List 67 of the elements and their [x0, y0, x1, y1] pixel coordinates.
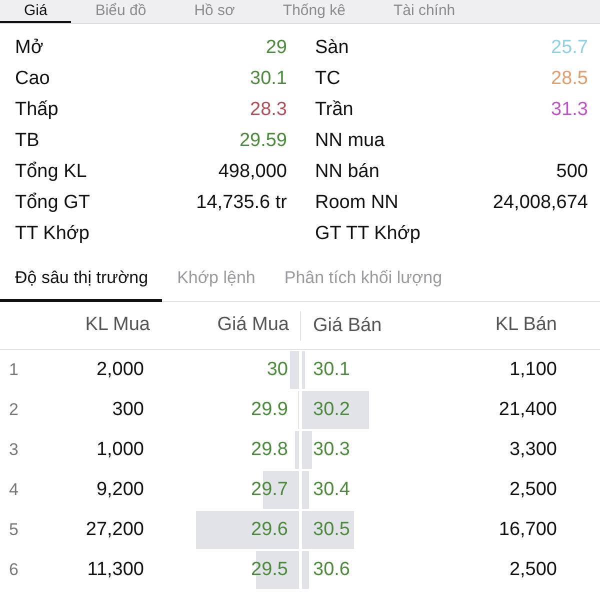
tab[interactable]: Thống kê [258, 0, 370, 23]
ask-volume: 16,700 [498, 518, 557, 542]
ask-price: 30.1 [313, 358, 350, 382]
tab[interactable]: Phân tích khối lượng [269, 256, 456, 302]
bid-volume: 1,000 [96, 438, 144, 462]
bid-volume: 11,300 [87, 558, 144, 582]
stat-value: 28.3 [250, 98, 287, 122]
tab[interactable]: Biểu đồ [71, 0, 170, 23]
stat-value: 29.59 [239, 129, 287, 154]
bid-price: 29.6 [251, 518, 288, 542]
stat-value: 14,735.6 tr [196, 191, 287, 216]
stat-label: Cao [15, 67, 50, 92]
column-header: KL Mua [85, 314, 150, 336]
stat-value: 30.1 [250, 67, 287, 92]
ask-volume: 1,100 [509, 358, 557, 382]
stat-label: Room NN [315, 191, 398, 216]
stat-value: 500 [556, 160, 588, 184]
stat-label: Thấp [15, 98, 58, 122]
row-number: 5 [9, 519, 18, 542]
ask-volume: 21,400 [498, 398, 557, 422]
column-header: Giá Mua [217, 314, 289, 336]
stat-label: GT TT Khớp [315, 222, 420, 246]
ask-volume: 2,500 [509, 478, 557, 502]
ask-volume: 2,500 [509, 558, 557, 582]
stat-value: 498,000 [218, 160, 287, 184]
ask-price: 30.5 [313, 518, 350, 542]
stat-label: TC [315, 67, 340, 92]
bid-price: 30 [266, 358, 288, 382]
row-number: 6 [9, 559, 18, 582]
stat-label: TT Khớp [15, 222, 90, 246]
stat-label: TB [15, 129, 40, 154]
bid-volume: 300 [112, 398, 144, 422]
bid-price: 29.5 [251, 558, 288, 582]
stat-label: Trần [315, 98, 354, 122]
row-number: 1 [9, 359, 18, 382]
row-number: 2 [9, 399, 18, 422]
tab[interactable]: Giá [0, 0, 72, 23]
bid-volume: 9,200 [96, 478, 144, 502]
tab[interactable]: Hồ sơ [170, 0, 259, 23]
stat-value: 24,008,674 [492, 191, 588, 216]
ask-price: 30.2 [313, 398, 350, 422]
stat-value: 25.7 [551, 36, 588, 60]
stat-label: Tổng KL [15, 160, 87, 184]
column-header: KL Bán [495, 314, 557, 336]
bid-price: 29.9 [251, 398, 288, 422]
ask-price: 30.6 [313, 558, 350, 582]
bid-price: 29.8 [251, 438, 288, 462]
stat-label: NN bán [315, 160, 380, 184]
column-header: Giá Bán [313, 314, 382, 336]
tab[interactable]: Độ sâu thị trường [0, 256, 162, 302]
ask-volume: 3,300 [509, 438, 557, 462]
ask-price: 30.3 [313, 438, 350, 462]
stat-label: Sàn [315, 36, 349, 60]
bid-price: 29.7 [251, 478, 288, 502]
tab[interactable]: Tài chính [369, 0, 480, 23]
bid-volume: 2,000 [96, 358, 144, 382]
tab[interactable]: Khớp lệnh [162, 256, 270, 302]
stat-value: 31.3 [551, 98, 588, 122]
row-number: 3 [9, 439, 18, 462]
bid-volume: 27,200 [86, 518, 144, 542]
row-number: 4 [9, 479, 18, 502]
stat-label: NN mua [315, 129, 385, 154]
ask-price: 30.4 [313, 478, 350, 502]
stat-value: 29 [266, 36, 287, 60]
stat-label: Mở [15, 36, 44, 60]
stat-label: Tổng GT [15, 191, 90, 216]
stat-value: 28.5 [551, 67, 588, 92]
